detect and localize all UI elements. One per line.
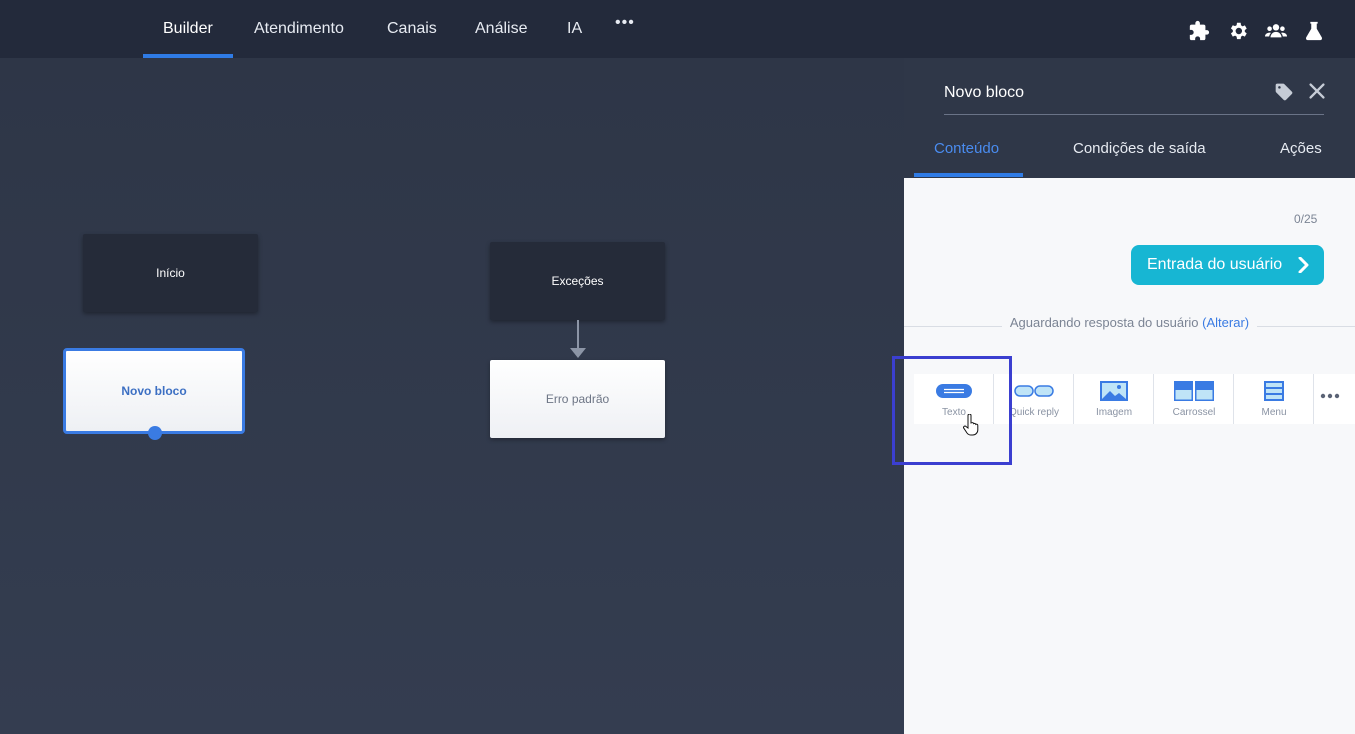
alterar-link[interactable]: (Alterar) bbox=[1202, 315, 1249, 330]
block-name-input[interactable]: Novo bloco bbox=[944, 83, 1324, 115]
connector-arrow-icon bbox=[570, 348, 586, 358]
close-icon[interactable] bbox=[1306, 80, 1328, 102]
hand-cursor-icon bbox=[963, 414, 979, 436]
top-navigation-bar: Builder Atendimento Canais Análise IA ••… bbox=[0, 0, 1355, 58]
tool-quick-reply[interactable]: Quick reply bbox=[994, 374, 1074, 424]
more-tools-button[interactable] bbox=[1314, 374, 1352, 424]
tag-icon[interactable] bbox=[1274, 82, 1294, 102]
text-icon bbox=[936, 384, 972, 398]
tab-acoes[interactable]: Ações bbox=[1280, 140, 1322, 157]
nav-tab-ia[interactable]: IA bbox=[567, 0, 582, 58]
entrada-do-usuario-button[interactable]: Entrada do usuário bbox=[1131, 245, 1324, 285]
panel-header: Novo bloco Conteúdo Condições de saída A… bbox=[904, 58, 1355, 178]
nav-tab-canais[interactable]: Canais bbox=[387, 0, 437, 58]
node-label: Exceções bbox=[551, 274, 604, 288]
node-label: Início bbox=[156, 266, 185, 280]
node-inicio[interactable]: Início bbox=[83, 234, 258, 312]
node-label: Erro padrão bbox=[545, 392, 610, 406]
waiting-text: Aguardando resposta do usuário bbox=[1009, 315, 1199, 330]
tab-condicoes-de-saida[interactable]: Condições de saída bbox=[1073, 140, 1206, 157]
flow-canvas[interactable]: Início Novo bloco Exceções Erro padrão bbox=[0, 58, 904, 734]
flask-icon[interactable] bbox=[1303, 20, 1325, 42]
tool-label: Texto bbox=[942, 407, 966, 418]
chevron-right-icon bbox=[1298, 257, 1309, 273]
node-output-port[interactable] bbox=[148, 426, 162, 440]
active-panel-tab-indicator bbox=[914, 173, 1023, 177]
nav-tab-analise[interactable]: Análise bbox=[475, 0, 527, 58]
quick-reply-icon bbox=[1014, 385, 1054, 397]
waiting-status: Aguardando resposta do usuário (Alterar) bbox=[904, 315, 1355, 330]
tool-imagem[interactable]: Imagem bbox=[1074, 374, 1154, 424]
tool-carrossel[interactable]: Carrossel bbox=[1154, 374, 1234, 424]
puzzle-icon[interactable] bbox=[1188, 20, 1210, 42]
node-erro-padrao[interactable]: Erro padrão bbox=[490, 360, 665, 438]
content-type-toolbar: Texto Quick reply Imagem Carrossel Menu bbox=[914, 374, 1355, 424]
tool-label: Quick reply bbox=[1008, 407, 1059, 418]
entrada-label: Entrada do usuário bbox=[1147, 256, 1283, 273]
nav-tab-atendimento[interactable]: Atendimento bbox=[254, 0, 344, 58]
users-icon[interactable] bbox=[1265, 20, 1287, 42]
block-editor-panel: Novo bloco Conteúdo Condições de saída A… bbox=[904, 58, 1355, 734]
node-label: Novo bloco bbox=[121, 384, 187, 398]
node-novo-bloco[interactable]: Novo bloco bbox=[63, 348, 245, 434]
tool-menu[interactable]: Menu bbox=[1234, 374, 1314, 424]
tool-texto[interactable]: Texto bbox=[914, 374, 994, 424]
node-excecoes[interactable]: Exceções bbox=[490, 242, 665, 320]
image-icon bbox=[1100, 381, 1128, 401]
nav-tab-builder[interactable]: Builder bbox=[163, 0, 213, 58]
more-icon bbox=[1320, 393, 1340, 399]
carousel-icon bbox=[1174, 381, 1214, 401]
tool-label: Menu bbox=[1261, 407, 1287, 418]
menu-icon bbox=[1264, 381, 1284, 401]
gear-icon[interactable] bbox=[1227, 20, 1249, 42]
tool-label: Carrossel bbox=[1172, 407, 1216, 418]
content-counter: 0/25 bbox=[1294, 212, 1318, 226]
tool-label: Imagem bbox=[1095, 407, 1133, 418]
nav-more-button[interactable]: ••• bbox=[615, 14, 635, 32]
tab-conteudo[interactable]: Conteúdo bbox=[934, 140, 999, 157]
